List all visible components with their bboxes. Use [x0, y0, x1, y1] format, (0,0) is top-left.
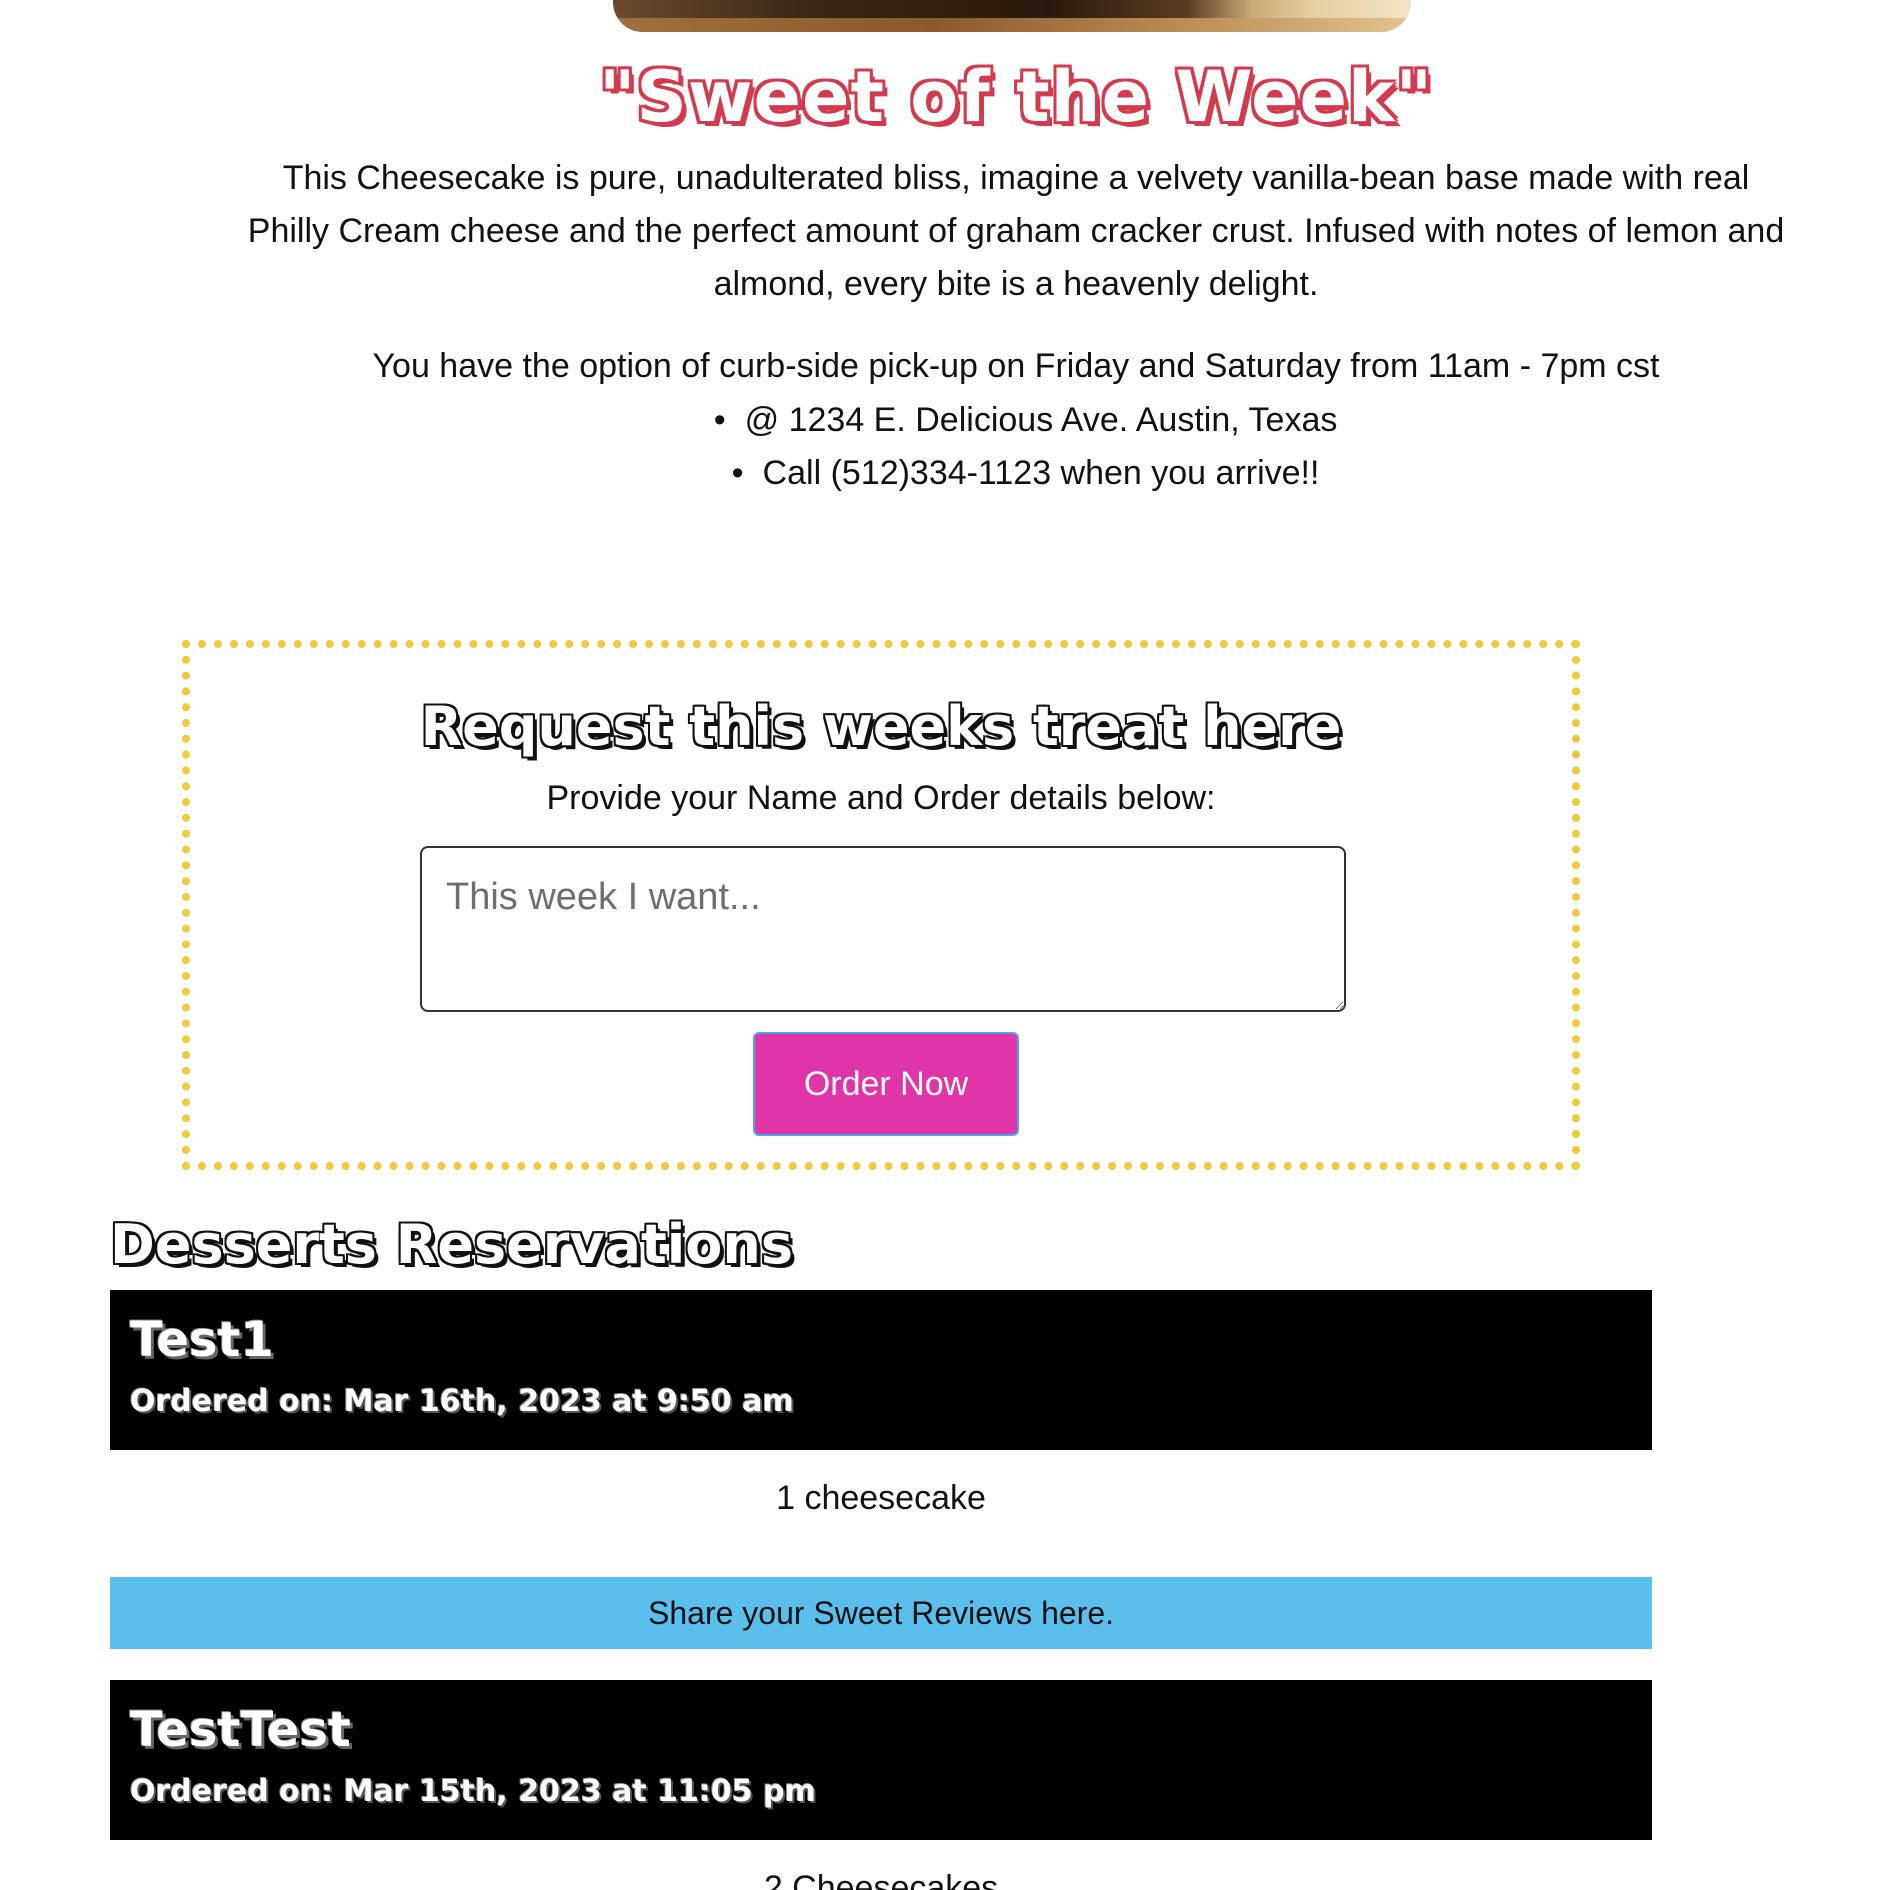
- cheesecake-image: [613, 0, 1411, 32]
- order-form-container: Request this weeks treat here Provide yo…: [182, 640, 1580, 1170]
- reservations-heading: Desserts Reservations: [110, 1213, 793, 1276]
- share-reviews-button[interactable]: Share your Sweet Reviews here.: [110, 1577, 1652, 1649]
- order-details-input[interactable]: [420, 846, 1346, 1012]
- reservation-date: Ordered on: Mar 15th, 2023 at 11:05 pm: [130, 1774, 816, 1809]
- reservation-name: Test1: [130, 1312, 274, 1368]
- order-form-subtitle: Provide your Name and Order details belo…: [546, 779, 1216, 817]
- pickup-details-list: @ 1234 E. Delicious Ave. Austin, Texas C…: [240, 394, 1792, 500]
- reservation-order: 2 Cheesecakes: [763, 1869, 999, 1890]
- pickup-info: You have the option of curb-side pick-up…: [372, 347, 1660, 385]
- pickup-phone: Call (512)334-1123 when you arrive!!: [240, 447, 1792, 500]
- order-form-title: Request this weeks treat here: [420, 695, 1342, 758]
- reservation-name: TestTest: [130, 1702, 351, 1758]
- order-now-button[interactable]: Order Now: [753, 1032, 1019, 1136]
- sweet-of-week-title: "Sweet of the Week": [598, 56, 1434, 138]
- pickup-address-text: @ 1234 E. Delicious Ave. Austin, Texas: [744, 401, 1338, 439]
- cheesecake-crust: [613, 18, 1411, 32]
- pickup-address: @ 1234 E. Delicious Ave. Austin, Texas: [240, 394, 1792, 447]
- reservation-card: TestTest Ordered on: Mar 15th, 2023 at 1…: [110, 1680, 1652, 1840]
- reservation-order: 1 cheesecake: [776, 1479, 986, 1517]
- reservation-date: Ordered on: Mar 16th, 2023 at 9:50 am: [130, 1384, 794, 1419]
- pickup-phone-text: Call (512)334-1123 when you arrive!!: [762, 454, 1320, 492]
- page: "Sweet of the Week" This Cheesecake is p…: [0, 0, 1892, 1890]
- reservation-card: Test1 Ordered on: Mar 16th, 2023 at 9:50…: [110, 1290, 1652, 1450]
- dessert-description: This Cheesecake is pure, unadulterated b…: [247, 159, 1785, 303]
